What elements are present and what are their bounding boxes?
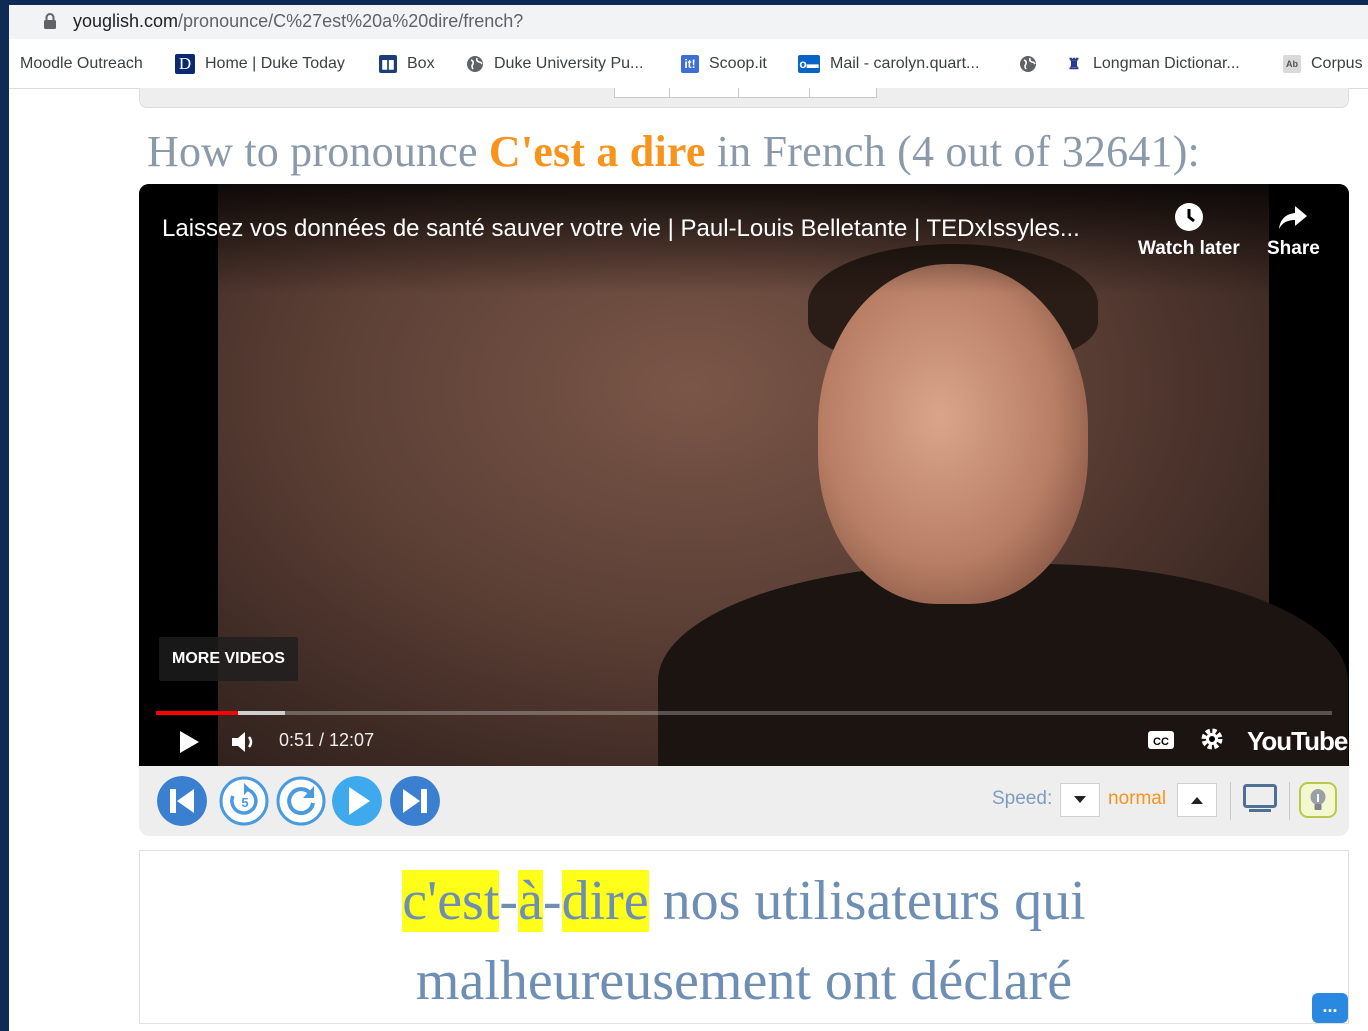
volume-icon[interactable]: [231, 730, 257, 754]
pager-strip: [139, 88, 1349, 108]
more-options-button[interactable]: ...: [1312, 993, 1348, 1023]
bookmark-label: Moodle Outreach: [20, 55, 143, 72]
back-5-seconds-icon[interactable]: 5: [219, 776, 269, 826]
window-frame-left: [0, 0, 9, 1031]
share-icon: [1279, 206, 1308, 229]
bookmarks-bar: Moodle Outreach D Home | Duke Today ▮▮ B…: [9, 39, 1368, 89]
pager-segment[interactable]: [738, 88, 810, 98]
pager-segment[interactable]: [809, 88, 877, 98]
speaker-face: [818, 264, 1088, 604]
title-prefix: How to pronounce: [147, 127, 489, 176]
video-title[interactable]: Laissez vos données de santé sauver votr…: [162, 215, 1080, 243]
theater-mode-icon[interactable]: [1243, 784, 1277, 812]
caption-highlight[interactable]: c'est: [402, 870, 500, 932]
bookmark-label: Scoop.it: [709, 55, 767, 72]
url-host: youglish.com: [73, 11, 179, 31]
more-videos-button[interactable]: MORE VIDEOS: [159, 637, 298, 681]
globe-icon: [1020, 56, 1036, 72]
clock-icon: [1174, 203, 1203, 231]
play-icon[interactable]: [177, 730, 201, 754]
bookmark-moodle-outreach[interactable]: Moodle Outreach: [20, 53, 143, 75]
previous-icon[interactable]: [157, 776, 207, 826]
page-title: How to pronounce C'est a dire in French …: [147, 126, 1200, 177]
divider: [1289, 782, 1290, 820]
progress-bar[interactable]: [156, 711, 1332, 715]
url-path: /pronounce/C%27est%20a%20dire/french?: [178, 11, 524, 31]
bookmark-duke-university[interactable]: Duke University Pu...: [466, 53, 643, 75]
youglish-controls: 5 Speed: normal: [139, 766, 1349, 836]
url-text[interactable]: youglish.com/pronounce/C%27est%20a%20dir…: [73, 11, 523, 32]
played-bar: [156, 711, 239, 715]
svg-text:5: 5: [241, 795, 248, 810]
watch-later-button[interactable]: Watch later: [1138, 202, 1240, 260]
chevron-up-icon: [1191, 797, 1203, 804]
share-label: Share: [1267, 238, 1320, 259]
bookmark-label: Corpus: [1311, 55, 1363, 72]
caption-hyphen: -: [499, 870, 519, 932]
caption-highlight[interactable]: à: [518, 870, 543, 932]
caption-box: c'est-à-dire nos utilisateurs qui malheu…: [139, 850, 1349, 1024]
next-icon[interactable]: [390, 776, 440, 826]
longman-icon: ♜: [1065, 55, 1083, 73]
speed-value: normal: [1108, 788, 1167, 809]
title-suffix: in French (4 out of 32641):: [705, 127, 1200, 176]
gear-icon[interactable]: [1199, 726, 1225, 752]
captions-icon[interactable]: CC: [1147, 728, 1175, 752]
bookmark-box[interactable]: ▮▮ Box: [379, 53, 435, 75]
pager-segment[interactable]: [614, 88, 670, 98]
caption-text: c'est-à-dire nos utilisateurs qui malheu…: [140, 861, 1348, 1021]
globe-icon: [467, 56, 483, 72]
address-bar[interactable]: youglish.com/pronounce/C%27est%20a%20dir…: [9, 5, 1368, 39]
scoopit-icon: it!: [681, 55, 699, 73]
caption-hyphen: -: [542, 870, 562, 932]
watch-later-label: Watch later: [1138, 238, 1240, 259]
bookmark-label: Mail - carolyn.quart...: [830, 55, 980, 72]
bookmark-mail[interactable]: o▬ Mail - carolyn.quart...: [798, 53, 979, 75]
player-controls: 0:51 / 12:07 CC YouTube: [139, 720, 1349, 766]
bookmark-globe[interactable]: [1019, 53, 1047, 75]
outlook-icon: o▬: [798, 55, 820, 73]
speed-increase-button[interactable]: [1177, 783, 1217, 817]
corpus-icon: Ab: [1283, 55, 1301, 73]
bookmark-label: Longman Dictionar...: [1093, 55, 1240, 72]
bookmark-corpus[interactable]: Ab Corpus: [1283, 53, 1363, 75]
bookmark-scoopit[interactable]: it! Scoop.it: [681, 53, 767, 75]
youtube-logo[interactable]: YouTube: [1247, 726, 1348, 757]
bookmark-longman[interactable]: ♜ Longman Dictionar...: [1065, 53, 1240, 75]
video-player[interactable]: Laissez vos données de santé sauver votr…: [139, 184, 1349, 766]
lock-icon: [44, 13, 56, 29]
time-display: 0:51 / 12:07: [279, 730, 375, 750]
duke-d-icon: D: [175, 54, 195, 74]
share-button[interactable]: Share: [1267, 202, 1320, 260]
caption-words[interactable]: nos utilisateurs qui: [649, 870, 1086, 932]
caption-words[interactable]: malheureusement ont déclaré: [416, 950, 1072, 1012]
chevron-down-icon: [1074, 796, 1086, 803]
bookmark-label: Duke University Pu...: [494, 55, 644, 72]
replay-icon[interactable]: [276, 776, 326, 826]
box-icon: ▮▮: [379, 55, 397, 73]
pager-segment[interactable]: [669, 88, 739, 98]
search-term: C'est a dire: [488, 127, 706, 176]
play-icon[interactable]: [332, 776, 382, 826]
speed-decrease-button[interactable]: [1060, 783, 1100, 817]
bookmark-label: Box: [407, 55, 435, 72]
bookmark-label: Home | Duke Today: [205, 55, 345, 72]
bookmark-duke-today[interactable]: D Home | Duke Today: [175, 53, 345, 75]
caption-highlight[interactable]: dire: [561, 870, 649, 932]
divider: [1230, 782, 1231, 820]
lightbulb-icon[interactable]: [1299, 782, 1337, 818]
svg-text:CC: CC: [1153, 736, 1169, 748]
speed-label: Speed:: [992, 788, 1053, 809]
